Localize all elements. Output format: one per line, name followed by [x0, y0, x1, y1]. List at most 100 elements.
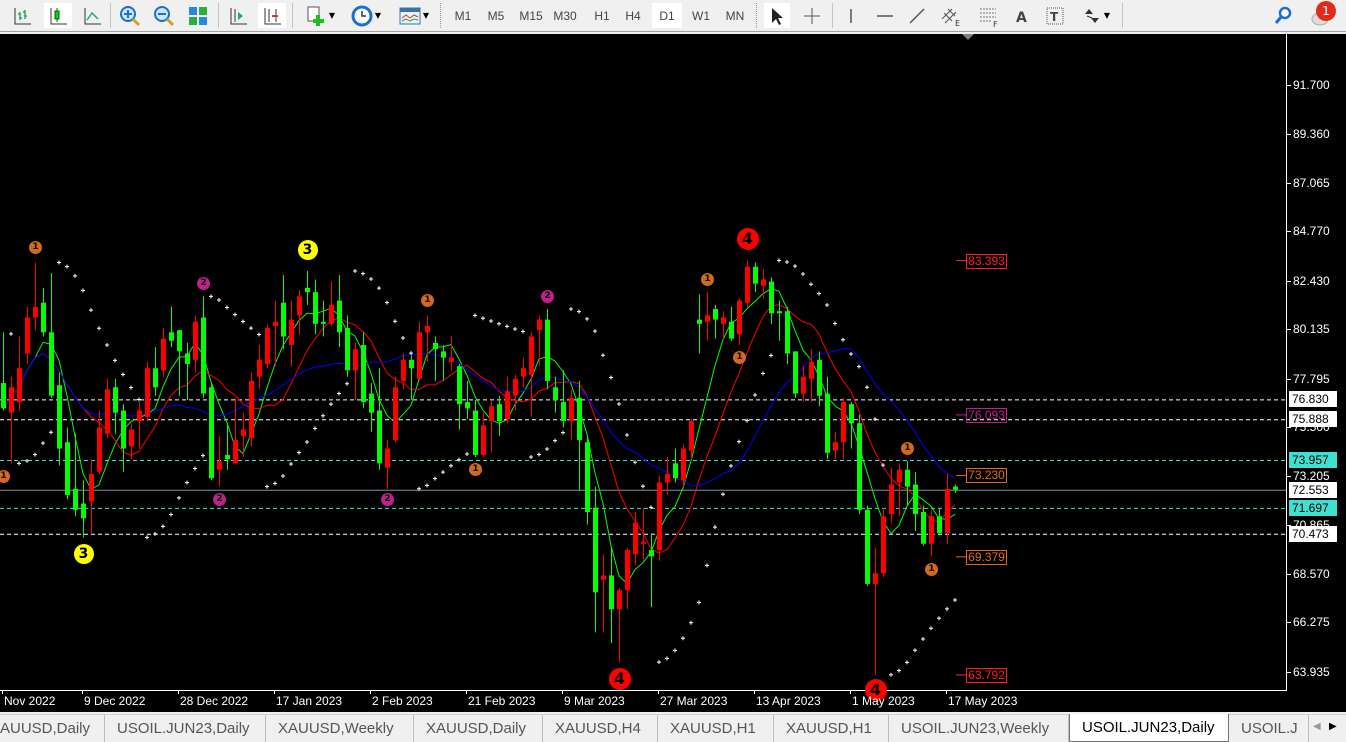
candle[interactable]: [657, 476, 662, 561]
candle[interactable]: [865, 505, 870, 586]
candle[interactable]: [937, 507, 942, 536]
candle[interactable]: [385, 440, 390, 489]
vertical-line-button[interactable]: [840, 3, 862, 28]
level-box[interactable]: 69.379: [966, 549, 1007, 565]
candle[interactable]: [81, 480, 86, 538]
candle[interactable]: [121, 404, 126, 472]
candle[interactable]: [289, 300, 294, 367]
timeframe-h4[interactable]: H4: [618, 3, 648, 28]
tab-usoil-j[interactable]: USOIL.J: [1229, 715, 1309, 742]
candle[interactable]: [913, 471, 918, 532]
level-box[interactable]: 76.093: [966, 407, 1007, 423]
candle[interactable]: [609, 547, 614, 644]
candle[interactable]: [593, 486, 598, 633]
notifications-button[interactable]: 1: [1304, 1, 1340, 28]
fibonacci-button[interactable]: F: [974, 3, 1004, 28]
line-chart-button[interactable]: [78, 3, 106, 28]
candle[interactable]: [713, 304, 718, 339]
candle[interactable]: [49, 273, 54, 398]
timeframe-m15[interactable]: M15: [516, 3, 546, 28]
candle[interactable]: [193, 315, 198, 373]
timeframe-w1[interactable]: W1: [686, 3, 716, 28]
candle[interactable]: [257, 344, 262, 390]
candle[interactable]: [521, 357, 526, 388]
candle[interactable]: [849, 402, 854, 449]
candle[interactable]: [737, 298, 742, 345]
horizontal-line-button[interactable]: [870, 3, 900, 28]
level-box[interactable]: 83.393: [966, 253, 1007, 269]
zoom-out-button[interactable]: [150, 3, 178, 28]
candle[interactable]: [57, 372, 62, 466]
text-label-button[interactable]: T: [1042, 3, 1068, 28]
candle[interactable]: [113, 378, 118, 434]
candle[interactable]: [681, 444, 686, 487]
candle[interactable]: [1, 332, 6, 411]
candle[interactable]: [777, 300, 782, 341]
candle[interactable]: [105, 378, 110, 439]
candle[interactable]: [553, 376, 558, 413]
timeframe-m30[interactable]: M30: [550, 3, 580, 28]
candle[interactable]: [561, 370, 566, 428]
chart-shift-button[interactable]: [258, 3, 286, 28]
candle[interactable]: [697, 294, 702, 354]
timeframe-m1[interactable]: M1: [448, 3, 478, 28]
tab-xauusd-daily[interactable]: XAUUSD,Daily: [414, 715, 543, 742]
candle[interactable]: [881, 507, 886, 578]
candle[interactable]: [169, 306, 174, 348]
candle[interactable]: [665, 457, 670, 496]
candle[interactable]: [921, 505, 926, 546]
candle[interactable]: [401, 353, 406, 390]
periods-button[interactable]: ▼: [346, 3, 386, 28]
auto-scroll-button[interactable]: [224, 3, 252, 28]
chart-plot[interactable]: [0, 34, 1286, 690]
timeframe-mn[interactable]: MN: [720, 3, 750, 28]
candle[interactable]: [425, 315, 430, 362]
candle[interactable]: [33, 262, 38, 331]
candle[interactable]: [841, 397, 846, 460]
candle[interactable]: [833, 431, 838, 460]
candle[interactable]: [769, 277, 774, 324]
timeframe-m5[interactable]: M5: [481, 3, 511, 28]
candle[interactable]: [201, 296, 206, 398]
candle[interactable]: [345, 315, 350, 377]
candle[interactable]: [569, 389, 574, 441]
candle[interactable]: [817, 351, 822, 407]
price-chart[interactable]: 91.700 89.360 87.065 84.770 82.430 80.135 77.7…: [0, 34, 1346, 712]
candle[interactable]: [497, 395, 502, 436]
candle[interactable]: [313, 279, 318, 335]
candle[interactable]: [625, 547, 630, 610]
tab-xauusd-h1[interactable]: XAUUSD,H1: [774, 715, 889, 742]
tab-xauusd-weekly[interactable]: XAUUSD,Weekly: [266, 715, 414, 742]
candle[interactable]: [873, 547, 878, 675]
candle[interactable]: [305, 270, 310, 305]
candle[interactable]: [729, 306, 734, 341]
candle[interactable]: [929, 509, 934, 557]
tile-windows-button[interactable]: [184, 3, 212, 28]
search-button[interactable]: [1270, 3, 1296, 28]
candle[interactable]: [249, 372, 254, 447]
candle[interactable]: [953, 484, 958, 493]
candle[interactable]: [673, 448, 678, 483]
arrows-button[interactable]: ▼: [1076, 3, 1116, 28]
cursor-button[interactable]: [764, 3, 790, 28]
timeframe-d1[interactable]: D1: [652, 3, 682, 28]
crosshair-button[interactable]: [798, 3, 826, 28]
timeframe-h1[interactable]: H1: [587, 3, 617, 28]
candle[interactable]: [265, 323, 270, 369]
candle[interactable]: [417, 321, 422, 381]
candle[interactable]: [137, 402, 142, 449]
level-box[interactable]: 73.230: [966, 468, 1007, 484]
candle[interactable]: [337, 275, 342, 348]
tab-scroll-left-icon[interactable]: ◀: [1313, 721, 1321, 732]
candle[interactable]: [273, 300, 278, 367]
candle[interactable]: [409, 355, 414, 400]
tab-scroll-right-icon[interactable]: ▶: [1329, 721, 1337, 732]
candle[interactable]: [793, 351, 798, 398]
candlestick-button[interactable]: [44, 3, 72, 28]
candle[interactable]: [577, 380, 582, 491]
candle[interactable]: [321, 300, 326, 337]
candle[interactable]: [233, 397, 238, 464]
tab-usoil-jun23-weekly[interactable]: USOIL.JUN23,Weekly: [889, 715, 1069, 742]
candle[interactable]: [369, 383, 374, 432]
level-box[interactable]: 63.792: [966, 667, 1007, 683]
